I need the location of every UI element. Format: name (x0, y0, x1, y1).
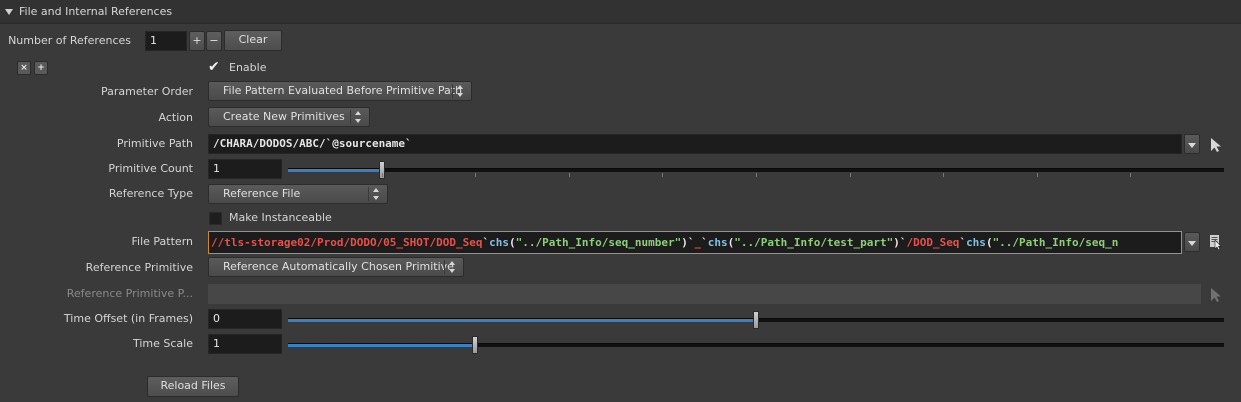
slider-fill (288, 169, 382, 172)
file-pattern-segment: _Seq (456, 236, 483, 249)
num-refs-label: Number of References (8, 34, 131, 47)
action-menu[interactable]: Create New Primitives (208, 107, 370, 127)
file-pattern-label: File Pattern (131, 235, 193, 248)
num-refs-input[interactable]: 1 (145, 31, 187, 51)
param-order-menu[interactable]: File Pattern Evaluated Before Primitive … (208, 81, 472, 101)
param-order-label: Parameter Order (101, 85, 193, 98)
add-reference-button[interactable]: + (189, 31, 205, 51)
insert-instance-icon[interactable]: + (34, 61, 48, 75)
time-offset-slider[interactable] (288, 311, 1224, 329)
select-arrow-icon (1209, 287, 1223, 303)
slider-handle[interactable] (753, 311, 759, 329)
file-pattern-segment: /DOD_Seq (906, 236, 960, 249)
section-header[interactable]: File and Internal References (0, 0, 1241, 24)
file-pattern-segment: "../Path_Info/test_part" (734, 236, 894, 249)
file-pattern-segment: )` (893, 236, 907, 249)
slider-tick (943, 173, 944, 177)
param-order-value: File Pattern Evaluated Before Primitive … (223, 84, 463, 97)
action-value: Create New Primitives (223, 110, 345, 123)
file-pattern-segment: ( (985, 236, 993, 249)
prim-count-label: Primitive Count (108, 162, 193, 175)
prim-count-input[interactable]: 1 (208, 159, 282, 179)
ref-prim-menu[interactable]: Reference Automatically Chosen Primitive (208, 257, 464, 277)
remove-instance-icon[interactable]: × (17, 61, 31, 75)
slider-tick (662, 173, 663, 177)
ref-prim-label: Reference Primitive (85, 261, 193, 274)
file-pattern-dropdown-button[interactable] (1184, 232, 1200, 252)
file-pattern-input[interactable]: //tls-storage02/Prod/DODO/05_SHOT/DOD_Se… (208, 231, 1182, 254)
remove-reference-button[interactable]: − (206, 31, 222, 51)
time-offset-input[interactable]: 0 (208, 309, 282, 329)
file-pattern-segment: ` (701, 236, 708, 249)
time-offset-label: Time Offset (in Frames) (63, 312, 193, 325)
reload-files-button[interactable]: Reload Files (147, 376, 239, 397)
slider-tick (1037, 173, 1038, 177)
prim-count-slider[interactable] (288, 161, 1224, 179)
menu-arrows-icon (457, 85, 465, 97)
time-scale-input[interactable]: 1 (208, 334, 282, 354)
file-pattern-segment: chs (707, 236, 728, 249)
time-scale-slider[interactable] (288, 336, 1224, 354)
time-scale-label: Time Scale (132, 337, 193, 350)
slider-fill (288, 344, 475, 347)
slider-tick (756, 173, 757, 177)
slider-fill (288, 319, 756, 322)
file-browse-icon[interactable] (1209, 234, 1223, 251)
collapse-triangle-icon[interactable] (5, 8, 13, 15)
ref-type-value: Reference File (223, 187, 301, 200)
enable-label: Enable (229, 61, 267, 74)
menu-arrows-icon (373, 188, 381, 200)
prim-path-label: Primitive Path (116, 137, 193, 150)
file-pattern-segment: "../Path_Info/seq_n (992, 236, 1119, 249)
menu-arrows-icon (355, 111, 363, 123)
slider-tick (475, 173, 476, 177)
prim-path-dropdown-button[interactable] (1184, 134, 1200, 154)
slider-tick (382, 173, 383, 177)
file-pattern-segment: )` (681, 236, 695, 249)
file-pattern-segment: ( (509, 236, 516, 249)
action-label: Action (158, 111, 193, 124)
slider-tick (569, 173, 570, 177)
slider-handle[interactable] (472, 336, 478, 354)
file-pattern-segment: "../Path_Info/seq_number" (515, 236, 682, 249)
section-title: File and Internal References (19, 5, 173, 18)
ref-type-menu[interactable]: Reference File (208, 184, 388, 204)
file-pattern-segment: chs (966, 236, 986, 249)
ref-prim-value: Reference Automatically Chosen Primitive (223, 260, 454, 273)
instanceable-label: Make Instanceable (229, 211, 332, 224)
instanceable-checkbox[interactable] (209, 212, 222, 225)
ref-prim-path-label: Reference Primitive P... (66, 287, 193, 300)
ref-prim-path-input (208, 284, 1201, 304)
slider-tick (1130, 173, 1131, 177)
enable-checkmark-icon[interactable]: ✔ (208, 60, 220, 74)
menu-arrows-icon (449, 261, 457, 273)
clear-button[interactable]: Clear (224, 30, 282, 51)
prim-path-input[interactable]: /CHARA/DODOS/ABC/`@sourcename` (208, 134, 1182, 154)
slider-tick (850, 173, 851, 177)
select-arrow-icon[interactable] (1209, 137, 1223, 153)
file-pattern-segment: //tls-storage02/Prod/DODO/05_SHOT/DOD (211, 236, 457, 249)
file-pattern-segment: chs (489, 236, 510, 249)
ref-type-label: Reference Type (108, 187, 193, 200)
